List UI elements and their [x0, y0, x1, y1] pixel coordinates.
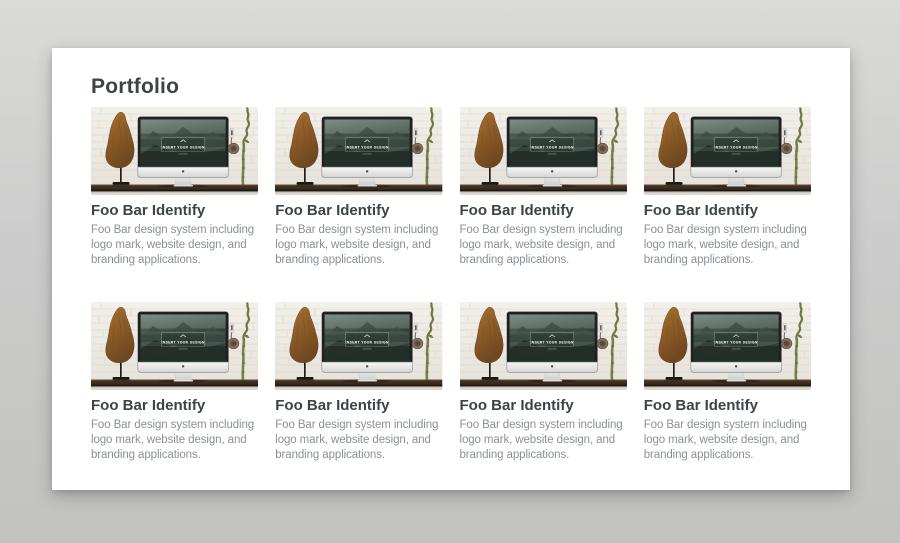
- portfolio-item-description: Foo Bar design system including logo mar…: [275, 418, 442, 463]
- portfolio-thumbnail[interactable]: [275, 107, 442, 195]
- portfolio-card[interactable]: Foo Bar Identify Foo Bar design system i…: [91, 107, 258, 268]
- portfolio-card[interactable]: Foo Bar Identify Foo Bar design system i…: [460, 302, 627, 463]
- portfolio-card[interactable]: Foo Bar Identify Foo Bar design system i…: [275, 107, 442, 268]
- portfolio-item-description: Foo Bar design system including logo mar…: [460, 418, 627, 463]
- portfolio-thumbnail[interactable]: [460, 302, 627, 390]
- portfolio-card[interactable]: Foo Bar Identify Foo Bar design system i…: [460, 107, 627, 268]
- portfolio-item-title: Foo Bar Identify: [460, 202, 627, 219]
- portfolio-thumbnail[interactable]: [644, 302, 811, 390]
- portfolio-page: Portfolio Foo Bar Identify Foo Bar desig…: [52, 48, 850, 490]
- portfolio-card[interactable]: Foo Bar Identify Foo Bar design system i…: [644, 302, 811, 463]
- portfolio-grid: Foo Bar Identify Foo Bar design system i…: [91, 107, 811, 463]
- portfolio-item-title: Foo Bar Identify: [91, 202, 258, 219]
- portfolio-item-description: Foo Bar design system including logo mar…: [91, 223, 258, 268]
- portfolio-thumbnail[interactable]: [644, 107, 811, 195]
- portfolio-thumbnail[interactable]: [275, 302, 442, 390]
- portfolio-item-description: Foo Bar design system including logo mar…: [91, 418, 258, 463]
- portfolio-item-title: Foo Bar Identify: [644, 202, 811, 219]
- portfolio-item-description: Foo Bar design system including logo mar…: [644, 223, 811, 268]
- portfolio-card[interactable]: Foo Bar Identify Foo Bar design system i…: [275, 302, 442, 463]
- portfolio-thumbnail[interactable]: [91, 107, 258, 195]
- portfolio-item-title: Foo Bar Identify: [275, 397, 442, 414]
- portfolio-card[interactable]: Foo Bar Identify Foo Bar design system i…: [644, 107, 811, 268]
- portfolio-item-title: Foo Bar Identify: [275, 202, 442, 219]
- page-title: Portfolio: [91, 74, 811, 99]
- portfolio-card[interactable]: Foo Bar Identify Foo Bar design system i…: [91, 302, 258, 463]
- portfolio-item-title: Foo Bar Identify: [460, 397, 627, 414]
- portfolio-thumbnail[interactable]: [91, 302, 258, 390]
- portfolio-item-title: Foo Bar Identify: [644, 397, 811, 414]
- portfolio-item-title: Foo Bar Identify: [91, 397, 258, 414]
- portfolio-item-description: Foo Bar design system including logo mar…: [644, 418, 811, 463]
- portfolio-item-description: Foo Bar design system including logo mar…: [275, 223, 442, 268]
- portfolio-item-description: Foo Bar design system including logo mar…: [460, 223, 627, 268]
- portfolio-thumbnail[interactable]: [460, 107, 627, 195]
